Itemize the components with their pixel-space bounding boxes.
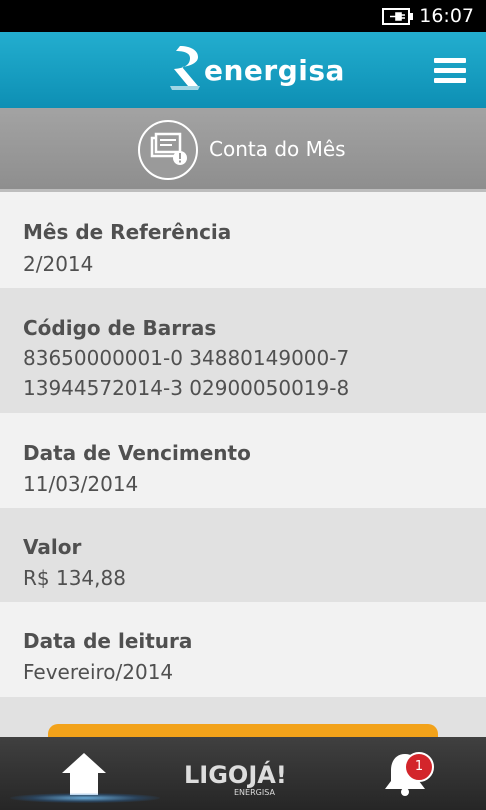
section-header: Conta do Mês <box>0 108 486 192</box>
battery-charging-icon <box>382 8 413 25</box>
field-reference-month: Mês de Referência 2/2014 <box>0 195 486 288</box>
field-value: 2/2014 <box>23 252 94 276</box>
field-label: Valor <box>23 535 82 559</box>
field-value: 11/03/2014 <box>23 472 139 496</box>
home-active-glow <box>10 793 160 803</box>
ligoja-logo: LIGOJÁ! ENERGISA <box>184 760 287 797</box>
field-label: Data de Vencimento <box>23 441 251 465</box>
field-due-date: Data de Vencimento 11/03/2014 <box>0 413 486 508</box>
menu-button[interactable] <box>430 56 470 86</box>
nav-ligoja-button[interactable]: LIGOJÁ! ENERGISA <box>162 737 324 810</box>
field-amount: Valor R$ 134,88 <box>0 508 486 602</box>
nav-home-button[interactable] <box>0 737 162 810</box>
field-label: Data de leitura <box>23 629 193 653</box>
home-icon <box>62 753 106 795</box>
action-area <box>0 697 486 744</box>
energisa-logo: energisa <box>168 42 344 98</box>
field-value: Fevereiro/2014 <box>23 660 174 684</box>
section-title: Conta do Mês <box>209 137 346 161</box>
bottom-nav: LIGOJÁ! ENERGISA 1 <box>0 737 486 810</box>
field-label: Código de Barras <box>23 316 217 340</box>
notification-badge: 1 <box>404 752 434 782</box>
ligoja-subtext: ENERGISA <box>234 788 275 797</box>
energisa-logo-icon <box>170 46 200 90</box>
ligoja-text: LIGOJÁ! <box>184 760 287 789</box>
field-value: R$ 134,88 <box>23 566 126 590</box>
bill-document-icon <box>138 120 198 180</box>
app-header: energisa <box>0 32 486 108</box>
field-barcode: Código de Barras 83650000001-0 348801490… <box>0 288 486 413</box>
clock: 16:07 <box>419 5 474 27</box>
nav-notifications-button[interactable]: 1 <box>324 737 486 810</box>
field-reading-date: Data de leitura Fevereiro/2014 <box>0 602 486 697</box>
brand-name: energisa <box>204 54 345 87</box>
field-value: 83650000001-0 34880149000-7 <box>23 346 350 370</box>
status-bar: 16:07 <box>0 0 486 32</box>
hamburger-menu-icon <box>434 58 466 63</box>
field-value: 13944572014-3 02900050019-8 <box>23 376 350 400</box>
field-label: Mês de Referência <box>23 220 232 244</box>
